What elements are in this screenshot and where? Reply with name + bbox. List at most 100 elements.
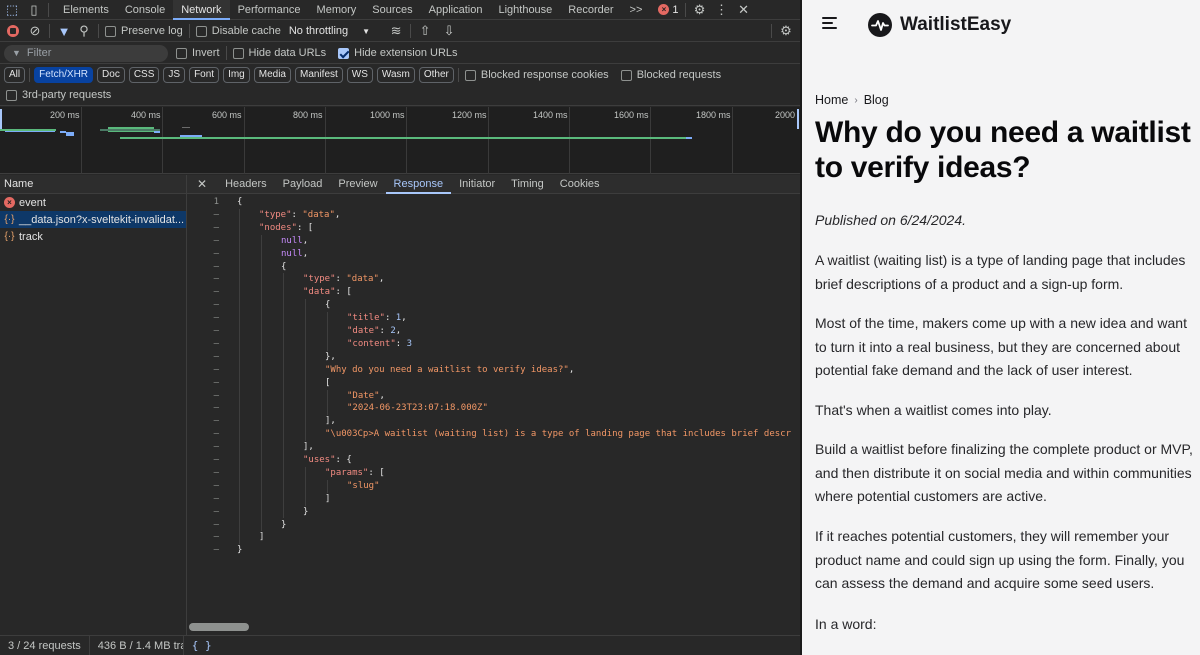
blocked-response-cookies-checkbox[interactable]: Blocked response cookies [464,69,609,81]
request-row-track[interactable]: {·} track [0,228,186,245]
tab-application[interactable]: Application [421,0,491,20]
type-filter-doc[interactable]: Doc [97,67,125,83]
type-filter-all[interactable]: All [4,67,26,83]
detail-tab-headers[interactable]: Headers [217,175,275,194]
timeline-handle-right[interactable] [797,109,799,129]
search-icon[interactable]: ⚲ [76,23,92,39]
device-toolbar-icon[interactable]: ▯ [26,2,42,18]
tab-console[interactable]: Console [117,0,173,20]
error-counter[interactable]: × 1 [658,3,679,16]
clear-icon[interactable]: ⊘ [27,23,43,39]
more-options-icon[interactable]: ⋮ [714,2,730,18]
filter-funnel-icon[interactable]: ▼ [56,23,72,39]
timeline-gridline [244,107,245,174]
request-row-event[interactable]: × event [0,194,186,211]
code-line: –] [187,531,800,544]
code-line: –], [187,415,800,428]
timeline-gridline [732,107,733,174]
invert-checkbox[interactable]: Invert [176,47,220,59]
pretty-print-button[interactable]: { } [184,636,220,655]
indent-guide [283,273,284,519]
more-tabs-button[interactable]: >> [622,0,651,20]
hide-extension-urls-checkbox[interactable]: Hide extension URLs [338,47,458,59]
type-filter-manifest[interactable]: Manifest [295,67,343,83]
type-filter-ws[interactable]: WS [346,67,373,83]
brand-name[interactable]: WaitlistEasy [900,13,1011,37]
breadcrumb-blog-link[interactable]: Blog [864,93,889,107]
code-line: –{ [187,299,800,312]
type-filter-font[interactable]: Font [189,67,220,83]
indent-guide [239,208,240,545]
type-filter-css[interactable]: CSS [128,67,160,83]
filter-input[interactable]: ▼ Filter [4,44,168,62]
close-devtools-icon[interactable]: ✕ [736,2,752,18]
settings-gear-icon[interactable]: ⚙ [692,2,708,18]
inspect-element-icon[interactable]: ⬚ [4,2,20,18]
detail-tab-preview[interactable]: Preview [330,175,385,194]
timeline-request-bar [5,131,55,132]
checkbox-box [195,25,207,37]
detail-tab-response[interactable]: Response [385,175,452,194]
detail-tab-timing[interactable]: Timing [503,175,552,194]
separator [684,2,686,17]
tab-memory[interactable]: Memory [309,0,365,20]
tab-performance[interactable]: Performance [230,0,309,20]
type-filter-wasm[interactable]: Wasm [376,67,415,83]
timeline-request-bar [120,137,686,139]
breadcrumb-home-link[interactable]: Home [815,93,848,107]
type-filter-js[interactable]: JS [163,67,186,83]
scrollbar-thumb[interactable] [189,623,249,631]
code-line: – "type": "data", [187,273,800,286]
type-filter-img[interactable]: Img [223,67,250,83]
type-filter-other[interactable]: Other [418,67,454,83]
tab-lighthouse[interactable]: Lighthouse [490,0,560,20]
network-overview-timeline[interactable]: 200 ms 400 ms 600 ms 800 ms 1000 ms 1200… [0,107,800,174]
chevron-right-icon: › [854,94,858,106]
pulse-logo-icon[interactable] [868,13,892,37]
indent-guide [305,466,306,506]
preserve-log-checkbox[interactable]: Preserve log [105,25,183,37]
code-line: –} [187,506,800,519]
request-row-data-json[interactable]: {·} __data.json?x-sveltekit-invalidat... [0,211,186,228]
detail-tab-cookies[interactable]: Cookies [552,175,608,194]
braces-icon: {·} [4,231,15,242]
code-text: { [325,300,331,311]
code-text: null, [281,235,309,246]
code-line: – null, [187,235,800,248]
third-party-requests-checkbox[interactable]: 3rd-party requests [6,89,111,101]
export-har-icon[interactable]: ⇩ [441,23,457,39]
hide-data-urls-label: Hide data URLs [248,47,327,59]
detail-tab-payload[interactable]: Payload [275,175,331,194]
detail-tab-bar: ✕ Headers Payload Preview Response Initi… [187,175,800,194]
timeline-handle-left[interactable] [0,109,2,129]
type-filter-media[interactable]: Media [253,67,291,83]
type-filter-fetch-xhr[interactable]: Fetch/XHR [34,67,94,83]
import-har-icon[interactable]: ⇧ [417,23,433,39]
detail-tab-initiator[interactable]: Initiator [451,175,503,194]
indent-guide [327,312,328,351]
network-settings-gear-icon[interactable]: ⚙ [778,23,794,39]
tab-network[interactable]: Network [173,0,230,20]
throttling-select[interactable]: No throttling ▼ [289,25,370,37]
separator [49,24,50,38]
close-detail-icon[interactable]: ✕ [187,175,217,194]
error-count: 1 [672,3,679,16]
tab-elements[interactable]: Elements [55,0,117,20]
code-line: – "data": [ [187,286,800,299]
code-text: ] [259,532,265,543]
tab-recorder[interactable]: Recorder [560,0,621,20]
line-number: 1 [213,197,219,207]
timeline-gridline [569,107,570,174]
disable-cache-checkbox[interactable]: Disable cache [195,25,281,37]
code-text: ] [325,493,331,504]
horizontal-scrollbar[interactable] [187,621,800,633]
hide-data-urls-checkbox[interactable]: Hide data URLs [232,47,327,59]
hamburger-menu-icon[interactable] [822,17,837,29]
record-stop-icon[interactable] [7,25,19,37]
blocked-requests-checkbox[interactable]: Blocked requests [620,69,721,81]
tab-sources[interactable]: Sources [364,0,420,20]
name-column-header[interactable]: Name [0,175,186,194]
network-conditions-wifi-icon[interactable]: ≋ [388,23,404,39]
code-text: "date": 2, [347,326,402,336]
response-body-viewer[interactable]: 1{– "type": "data", – "nodes": [– null, – null… [187,195,800,620]
